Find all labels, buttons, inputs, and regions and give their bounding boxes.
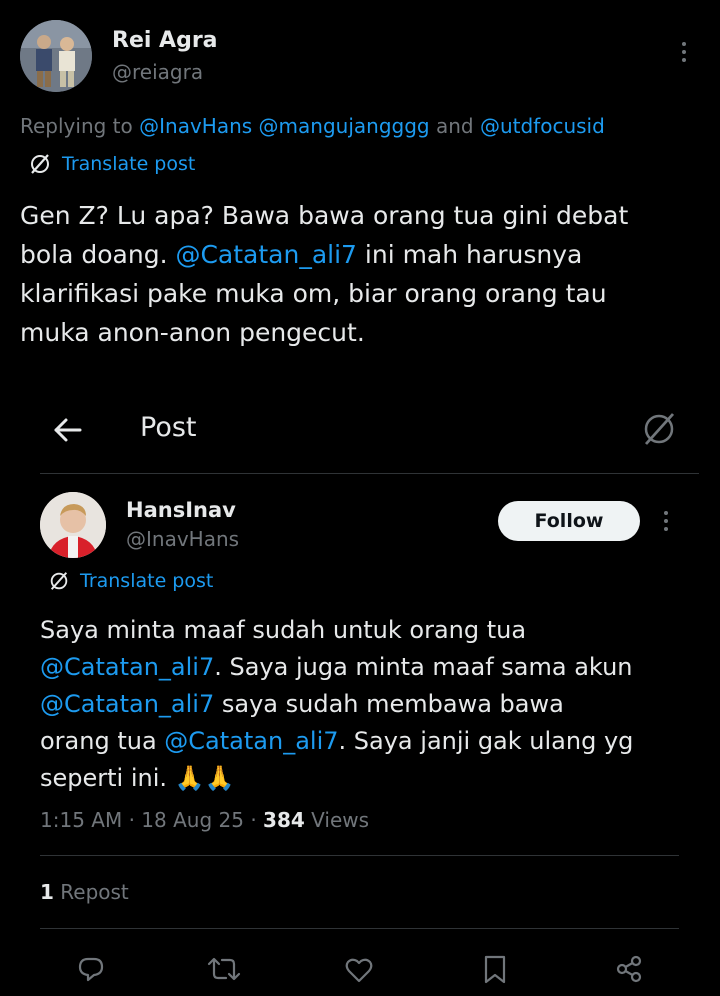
arrow-left-icon	[54, 418, 82, 442]
globe-slash-icon	[31, 154, 49, 174]
author-name[interactable]: HansInav	[126, 498, 236, 522]
stats-divider	[40, 928, 679, 929]
retweet-button[interactable]	[206, 954, 242, 984]
translate-post-link[interactable]: Translate post	[28, 152, 195, 176]
more-vertical-icon	[682, 42, 686, 46]
post-text-segment: . Saya juga minta maaf sama akun	[214, 653, 633, 681]
post-date[interactable]: 18 Aug 25	[141, 808, 244, 832]
meta-divider	[40, 855, 679, 856]
more-options-button[interactable]	[663, 511, 669, 531]
reply-button[interactable]	[76, 954, 106, 984]
translate-label: Translate post	[62, 153, 196, 175]
author-name[interactable]: Rei Agra	[112, 28, 218, 53]
mention-link[interactable]: @Catatan_ali7	[175, 240, 356, 269]
translate-post-link[interactable]: Translate post	[48, 570, 213, 592]
globe-slash-icon	[644, 413, 675, 445]
replying-to: Replying to @InavHans @mangujangggg and …	[20, 114, 605, 138]
globe-slash-icon	[50, 572, 68, 590]
post-text: Saya minta maaf sudah untuk orang tua @C…	[40, 612, 710, 797]
avatar[interactable]	[20, 20, 92, 92]
post-text-segment: Saya minta maaf sudah untuk orang tua	[40, 616, 527, 644]
replying-join: and	[429, 114, 480, 138]
mention-link[interactable]: @InavHans	[139, 114, 252, 138]
more-vertical-icon	[664, 511, 668, 515]
post-text: Gen Z? Lu apa? Bawa bawa orang tua gini …	[20, 196, 710, 352]
post-time[interactable]: 1:15 AM	[40, 808, 122, 832]
bookmark-button[interactable]	[480, 953, 510, 984]
follow-button[interactable]: Follow	[498, 501, 640, 541]
like-button[interactable]	[344, 955, 374, 985]
share-button[interactable]	[614, 954, 644, 984]
mention-link[interactable]: @Catatan_ali7	[164, 727, 338, 755]
translate-toggle-button[interactable]	[640, 410, 678, 448]
header-divider	[40, 473, 699, 474]
views-label: Views	[311, 808, 370, 832]
translate-label: Translate post	[80, 570, 214, 592]
mention-link[interactable]: @utdfocusid	[480, 114, 605, 138]
mention-link[interactable]: @Catatan_ali7	[40, 690, 214, 718]
mention-link[interactable]: @mangujangggg	[259, 114, 430, 138]
bookmark-icon	[484, 955, 506, 984]
repost-label: Repost	[60, 880, 129, 904]
views-count: 384	[263, 808, 305, 832]
avatar[interactable]	[40, 492, 106, 558]
repost-count: 1	[40, 880, 54, 904]
author-handle[interactable]: @InavHans	[126, 527, 239, 551]
repost-stats[interactable]: 1 Repost	[40, 880, 129, 904]
share-icon	[616, 955, 642, 983]
avatar-photo-icon	[40, 492, 106, 558]
author-handle[interactable]: @reiagra	[112, 60, 203, 84]
retweet-icon	[207, 957, 241, 981]
avatar-photo-icon	[20, 20, 92, 92]
replying-prefix: Replying to	[20, 114, 140, 138]
page-title: Post	[140, 412, 197, 443]
mention-link[interactable]: @Catatan_ali7	[40, 653, 214, 681]
more-options-button[interactable]	[681, 42, 687, 62]
reply-icon	[78, 957, 104, 982]
heart-icon	[345, 958, 373, 983]
back-button[interactable]	[52, 414, 84, 446]
post-meta: 1:15 AM · 18 Aug 25 · 384 Views	[40, 808, 370, 832]
